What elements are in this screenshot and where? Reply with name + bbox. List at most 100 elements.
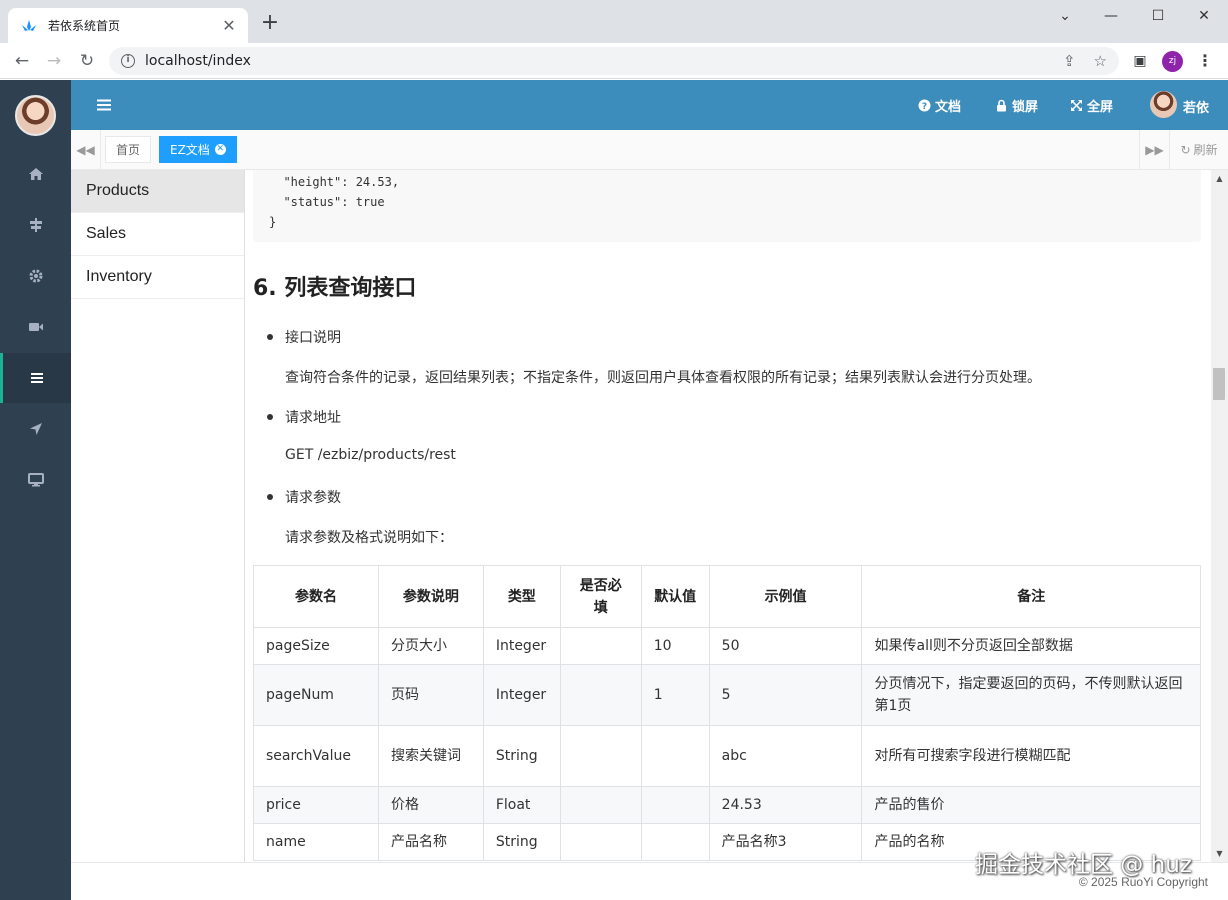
user-avatar[interactable] — [1150, 91, 1177, 118]
window-close-button[interactable]: ✕ — [1181, 4, 1227, 28]
tab-ez-docs[interactable]: EZ文档 ✕ — [159, 136, 237, 163]
sidebar-user-avatar[interactable] — [15, 95, 56, 136]
fullscreen-label: 全屏 — [1087, 100, 1114, 115]
docs-link[interactable]: ? 文档 — [918, 96, 961, 115]
col-header: 示例值 — [708, 565, 863, 628]
table-cell — [640, 823, 710, 861]
url-text[interactable]: localhost/index — [145, 53, 1045, 69]
refresh-icon: ↻ — [1180, 142, 1191, 157]
bullet-description-label: 接口说明 — [285, 330, 341, 346]
col-header: 备注 — [861, 565, 1201, 628]
sidebar-item-navigation[interactable] — [0, 404, 71, 454]
sidebar-item-home[interactable] — [0, 149, 71, 199]
table-cell: 5 — [708, 664, 863, 726]
table-cell: Integer — [482, 664, 561, 726]
maximize-button[interactable]: ☐ — [1135, 4, 1181, 28]
table-cell — [640, 725, 710, 787]
table-cell — [559, 725, 642, 787]
table-header-row: 参数名 参数说明 类型 是否必填 默认值 示例值 备注 — [253, 565, 1201, 628]
bullet-params-label: 请求参数 — [285, 490, 341, 506]
top-navbar: ? 文档 锁屏 全屏 若依 — [71, 80, 1228, 130]
browser-tab[interactable]: 若依系统首页 ✕ — [8, 8, 248, 43]
bookmark-star-icon[interactable]: ☆ — [1094, 52, 1107, 70]
table-cell — [640, 786, 710, 824]
doc-navigation: Products Sales Inventory — [71, 170, 245, 862]
svg-text:?: ? — [922, 102, 927, 112]
table-cell: searchValue — [253, 725, 379, 787]
refresh-tab-button[interactable]: ↻ 刷新 — [1169, 130, 1228, 169]
table-cell: 1 — [640, 664, 710, 726]
table-cell: 24.53 — [708, 786, 863, 824]
side-panel-icon[interactable]: ▣ — [1129, 51, 1151, 73]
tab-scroll-right-icon[interactable]: ▶▶ — [1139, 130, 1169, 169]
browser-tabstrip: 若依系统首页 ✕ + ⌄ — ☐ ✕ — [0, 0, 1228, 43]
address-bar: ← → ↻ i localhost/index ⇪ ☆ ▣ zj ⋮ — [0, 43, 1228, 79]
content-scrollbar[interactable]: ▲ ▼ — [1211, 170, 1228, 862]
sidebar-item-monitor[interactable] — [0, 302, 71, 352]
new-tab-button[interactable]: + — [258, 12, 282, 36]
sidebar — [0, 80, 71, 900]
table-cell: 50 — [708, 627, 863, 665]
col-header: 参数名 — [253, 565, 379, 628]
sidebar-item-system[interactable] — [0, 200, 71, 250]
profile-avatar[interactable]: zj — [1162, 51, 1183, 72]
forward-arrow-icon[interactable]: → — [42, 49, 66, 73]
sidebar-item-desktop[interactable] — [0, 455, 71, 505]
docnav-item-inventory[interactable]: Inventory — [71, 256, 244, 299]
table-cell: 产品名称 — [377, 823, 484, 861]
tab-scroll-left-icon[interactable]: ◀◀ — [71, 130, 101, 169]
menu-toggle-icon[interactable] — [97, 98, 111, 112]
expand-arrows-icon — [1071, 100, 1082, 111]
table-row: pageSize 分页大小 Integer 10 50 如果传all则不分页返回… — [253, 627, 1201, 665]
home-icon — [28, 168, 43, 180]
scroll-up-icon[interactable]: ▲ — [1211, 170, 1228, 187]
bullet-params: 请求参数 — [267, 487, 341, 507]
lock-screen-link[interactable]: 锁屏 — [995, 96, 1038, 115]
table-cell — [559, 627, 642, 665]
tab-home[interactable]: 首页 — [105, 136, 152, 163]
minimize-button[interactable]: — — [1088, 4, 1134, 28]
bullet-endpoint: 请求地址 — [267, 407, 341, 427]
endpoint-text: GET /ezbiz/products/rest — [285, 447, 456, 463]
table-cell: 价格 — [377, 786, 484, 824]
params-table: 参数名 参数说明 类型 是否必填 默认值 示例值 备注 pageSize 分页大… — [253, 565, 1201, 861]
url-omnibox[interactable]: i localhost/index ⇪ ☆ — [109, 47, 1119, 75]
docs-label: 文档 — [935, 100, 962, 115]
ruoyi-favicon-icon — [22, 19, 36, 31]
table-row: pageNum 页码 Integer 1 5 分页情况下，指定要返回的页码，不传… — [253, 664, 1201, 726]
tab-home-label: 首页 — [116, 143, 141, 157]
doc-content: "height": 24.53, "status": true } 6. 列表查… — [245, 170, 1211, 862]
table-cell: String — [482, 725, 561, 787]
table-cell: Float — [482, 786, 561, 824]
close-tab-icon[interactable]: ✕ — [220, 16, 238, 35]
watermark: 掘金技术社区 @ huz — [975, 852, 1192, 878]
bullet-endpoint-label: 请求地址 — [285, 410, 341, 426]
col-header: 默认值 — [640, 565, 710, 628]
tab-search-icon[interactable]: ⌄ — [1042, 4, 1088, 28]
share-icon[interactable]: ⇪ — [1063, 52, 1076, 70]
docnav-item-sales[interactable]: Sales — [71, 213, 244, 256]
bullet-description: 接口说明 — [267, 327, 341, 347]
sidebar-item-docs[interactable] — [0, 353, 71, 403]
tab-ez-docs-label: EZ文档 — [170, 143, 210, 157]
browser-menu-icon[interactable]: ⋮ — [1194, 51, 1216, 73]
back-arrow-icon[interactable]: ← — [10, 49, 34, 73]
reload-icon[interactable]: ↻ — [75, 49, 99, 73]
close-circle-icon[interactable]: ✕ — [214, 144, 226, 155]
list-icon — [31, 373, 43, 383]
table-cell: 对所有可搜索字段进行模糊匹配 — [861, 725, 1201, 787]
table-cell: 分页大小 — [377, 627, 484, 665]
table-cell: 页码 — [377, 664, 484, 726]
desktop-icon — [27, 473, 44, 487]
fullscreen-link[interactable]: 全屏 — [1070, 96, 1113, 115]
site-info-icon[interactable]: i — [121, 54, 135, 68]
video-camera-icon — [28, 323, 43, 331]
docnav-item-products[interactable]: Products — [71, 170, 244, 213]
table-cell: pageSize — [253, 627, 379, 665]
sidebar-item-settings[interactable] — [0, 251, 71, 301]
lock-label: 锁屏 — [1012, 100, 1039, 115]
scrollbar-thumb[interactable] — [1213, 368, 1225, 400]
user-name[interactable]: 若依 — [1183, 97, 1209, 116]
browser-tab-title: 若依系统首页 — [48, 19, 121, 33]
scroll-down-icon[interactable]: ▼ — [1211, 845, 1228, 862]
